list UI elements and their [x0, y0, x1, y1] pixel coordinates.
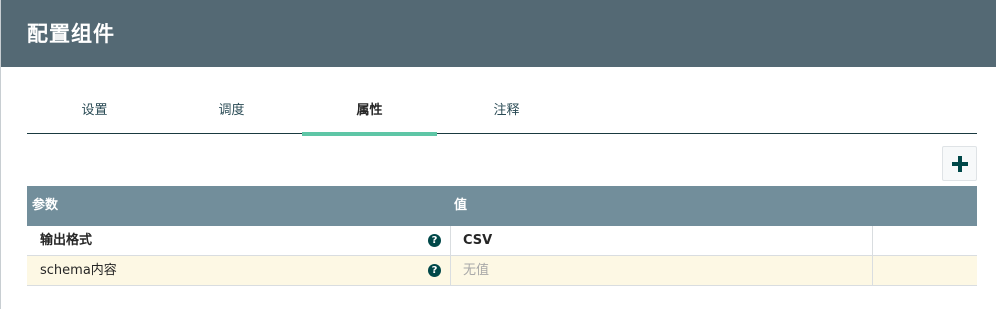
row-actions-cell: [873, 256, 977, 285]
property-value: CSV: [463, 233, 493, 248]
dialog-header: 配置组件: [1, 0, 996, 67]
property-name: schema内容: [40, 263, 117, 278]
add-property-button[interactable]: [942, 146, 977, 181]
row-actions-cell: [873, 226, 977, 255]
properties-table: 参数 值 输出格式 ? CSV schema内容 ? 无值: [27, 186, 977, 286]
tab-comments[interactable]: 注释: [439, 94, 574, 134]
tab-bar: 设置 调度 属性 注释: [27, 94, 977, 136]
configure-component-dialog: 配置组件 设置 调度 属性 注释 参数 值 输出格式 ? CSV schema内…: [0, 0, 996, 309]
dialog-title: 配置组件: [27, 22, 115, 46]
property-value-cell[interactable]: CSV: [451, 226, 873, 255]
table-header: 参数 值: [27, 186, 977, 226]
property-value-cell[interactable]: 无值: [451, 256, 873, 285]
column-header-parameter: 参数: [32, 198, 59, 213]
property-name-cell: schema内容 ?: [27, 256, 451, 285]
help-icon[interactable]: ?: [428, 234, 441, 247]
help-icon[interactable]: ?: [428, 264, 441, 277]
tab-settings[interactable]: 设置: [27, 94, 162, 134]
plus-icon: [952, 156, 968, 172]
property-name: 输出格式: [40, 233, 93, 248]
column-header-value: 值: [454, 198, 468, 213]
tab-properties[interactable]: 属性: [302, 94, 437, 136]
tab-scheduling[interactable]: 调度: [164, 94, 299, 134]
table-row[interactable]: 输出格式 ? CSV: [27, 226, 977, 256]
property-name-cell: 输出格式 ?: [27, 226, 451, 255]
table-row[interactable]: schema内容 ? 无值: [27, 256, 977, 286]
property-value: 无值: [463, 263, 490, 278]
